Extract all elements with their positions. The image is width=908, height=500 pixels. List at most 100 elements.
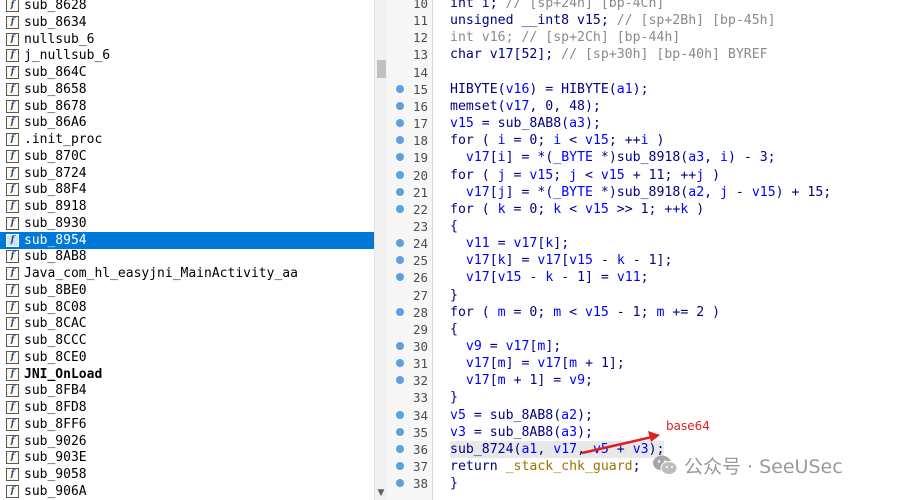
function-list-item[interactable]: f sub_870C bbox=[0, 148, 374, 165]
code-line[interactable]: 19 v17[i] = *(_BYTE *)sub_8918(a3, i) - … bbox=[387, 149, 908, 166]
code-text: return _stack_chk_guard; bbox=[450, 459, 641, 475]
breakpoint-dot-icon[interactable] bbox=[396, 427, 404, 436]
code-line[interactable]: 21 v17[j] = *(_BYTE *)sub_8918(a2, j - v… bbox=[387, 184, 908, 201]
code-line[interactable]: 27} bbox=[387, 287, 908, 304]
function-list-item[interactable]: f sub_8C08 bbox=[0, 299, 374, 316]
code-line[interactable]: 20 for ( j = v15; j < v15 + 11; ++j ) bbox=[387, 167, 908, 184]
code-line[interactable]: 31 v17[m] = v17[m + 1]; bbox=[387, 355, 908, 372]
code-text: { bbox=[450, 218, 458, 234]
function-list-item[interactable]: f sub_8CCC bbox=[0, 332, 374, 349]
breakpoint-dot-icon[interactable] bbox=[396, 444, 404, 453]
function-list-item[interactable]: f j_nullsub_6 bbox=[0, 47, 374, 64]
code-line[interactable]: 33} bbox=[387, 389, 908, 406]
breakpoint-dot-icon[interactable] bbox=[396, 101, 404, 110]
function-list-item[interactable]: f sub_8AB8 bbox=[0, 248, 374, 265]
code-text: v11 = v17[k]; bbox=[465, 236, 570, 252]
code-line[interactable]: 26 v17[v15 - k - 1] = v11; bbox=[387, 269, 908, 286]
function-name: sub_906A bbox=[24, 483, 87, 499]
breakpoint-dot-icon[interactable] bbox=[396, 187, 404, 196]
code-line[interactable]: 16 memset(v17, 0, 48); bbox=[387, 98, 908, 115]
code-line[interactable]: 28 for ( m = 0; m < v15 - 1; m += 2 ) bbox=[387, 304, 908, 321]
function-list-scrollbar[interactable]: ▼ bbox=[374, 0, 387, 500]
function-list-item[interactable]: f sub_88F4 bbox=[0, 181, 374, 198]
breakpoint-dot-icon[interactable] bbox=[396, 170, 404, 179]
function-list-item[interactable]: f sub_8658 bbox=[0, 81, 374, 98]
breakpoint-dot-icon[interactable] bbox=[396, 307, 404, 316]
function-list-item[interactable]: f sub_9058 bbox=[0, 466, 374, 483]
breakpoint-dot-icon[interactable] bbox=[396, 204, 404, 213]
function-list-item[interactable]: f sub_8954 bbox=[0, 231, 374, 249]
function-icon: f bbox=[6, 468, 19, 481]
function-list-item[interactable]: f sub_9026 bbox=[0, 433, 374, 450]
code-text: v15 = sub_8AB8(a3); bbox=[450, 116, 601, 132]
function-name: sub_8FB4 bbox=[24, 383, 87, 399]
code-line[interactable]: 17 v15 = sub_8AB8(a3); bbox=[387, 115, 908, 132]
code-line[interactable]: 34 v5 = sub_8AB8(a2); bbox=[387, 407, 908, 424]
code-text: for ( j = v15; j < v15 + 11; ++j ) bbox=[450, 167, 721, 183]
breakpoint-dot-icon[interactable] bbox=[396, 462, 404, 471]
code-line[interactable]: 32 v17[m + 1] = v9; bbox=[387, 372, 908, 389]
code-line[interactable]: 18 for ( i = 0; i < v15; ++i ) bbox=[387, 132, 908, 149]
function-list-item[interactable]: f sub_8724 bbox=[0, 165, 374, 182]
line-number: 32 bbox=[412, 373, 428, 389]
code-line[interactable]: 29 { bbox=[387, 321, 908, 338]
watermark: 公众号 · SeeUSec bbox=[652, 452, 843, 478]
breakpoint-dot-icon[interactable] bbox=[396, 273, 404, 282]
function-list-item[interactable]: f sub_8628 bbox=[0, 0, 374, 14]
function-name: sub_8634 bbox=[24, 14, 87, 30]
function-icon: f bbox=[6, 49, 19, 63]
function-name: sub_9026 bbox=[24, 433, 87, 449]
breakpoint-dot-icon[interactable] bbox=[396, 342, 404, 350]
breakpoint-dot-icon[interactable] bbox=[396, 359, 404, 368]
function-list-item[interactable]: f sub_906A bbox=[0, 483, 374, 500]
code-line[interactable]: 25 v17[k] = v17[v15 - k - 1]; bbox=[387, 252, 908, 269]
function-list-item[interactable]: f sub_8CAC bbox=[0, 315, 374, 332]
function-list-item[interactable]: f JNI_OnLoad bbox=[0, 366, 374, 383]
code-text: char v17[52]; // [sp+30h] [bp-40h] BYREF bbox=[450, 47, 768, 63]
code-line[interactable]: 24 v11 = v17[k]; bbox=[387, 235, 908, 252]
function-list-item[interactable]: f sub_864C bbox=[0, 64, 374, 81]
function-list-item[interactable]: f Java_com_hl_easyjni_MainActivity_aa bbox=[0, 265, 374, 282]
function-name: sub_8658 bbox=[24, 81, 87, 97]
breakpoint-dot-icon[interactable] bbox=[396, 410, 404, 419]
code-line[interactable]: 15 HIBYTE(v16) = HIBYTE(a1); bbox=[387, 81, 908, 98]
breakpoint-dot-icon[interactable] bbox=[396, 84, 404, 93]
function-list-item[interactable]: f sub_8930 bbox=[0, 215, 374, 232]
code-text: for ( k = 0; k < v15 >> 1; ++k ) bbox=[450, 201, 705, 217]
code-line[interactable]: 12 int v16; // [sp+2Ch] [bp-44h] bbox=[387, 29, 908, 46]
code-line[interactable]: 23 { bbox=[387, 218, 908, 235]
function-list-item[interactable]: f sub_8678 bbox=[0, 98, 374, 115]
function-list-item[interactable]: f sub_8FB4 bbox=[0, 382, 374, 399]
breakpoint-dot-icon[interactable] bbox=[396, 376, 404, 385]
code-text: for ( m = 0; m < v15 - 1; m += 2 ) bbox=[450, 304, 721, 320]
function-list-item[interactable]: f sub_8CE0 bbox=[0, 349, 374, 366]
function-list-item[interactable]: f sub_8634 bbox=[0, 14, 374, 31]
code-line[interactable]: 22 for ( k = 0; k < v15 >> 1; ++k ) bbox=[387, 201, 908, 218]
code-line[interactable]: 13 char v17[52]; // [sp+30h] [bp-40h] BYR… bbox=[387, 46, 908, 63]
breakpoint-dot-icon[interactable] bbox=[396, 239, 404, 248]
scroll-down-arrow-icon[interactable]: ▼ bbox=[375, 486, 387, 500]
breakpoint-dot-icon[interactable] bbox=[396, 256, 404, 265]
function-list-item[interactable]: f sub_8BE0 bbox=[0, 282, 374, 299]
code-line[interactable]: 11 unsigned __int8 v15; // [sp+2Bh] [bp-4… bbox=[387, 12, 908, 29]
breakpoint-dot-icon[interactable] bbox=[396, 479, 404, 488]
code-line[interactable]: 10 int i; // [sp+24h] [bp-4Ch] bbox=[387, 0, 908, 12]
function-list-item[interactable]: f sub_903E bbox=[0, 449, 374, 466]
function-list-item[interactable]: f sub_8918 bbox=[0, 198, 374, 215]
line-number: 26 bbox=[412, 270, 428, 286]
code-line[interactable]: 14 bbox=[387, 64, 908, 81]
breakpoint-dot-icon[interactable] bbox=[396, 136, 404, 145]
breakpoint-dot-icon[interactable] bbox=[396, 119, 404, 128]
breakpoint-dot-icon[interactable] bbox=[396, 153, 404, 162]
function-list-item[interactable]: f nullsub_6 bbox=[0, 31, 374, 48]
function-list-item[interactable]: f sub_86A6 bbox=[0, 114, 374, 131]
code-text: v5 = sub_8AB8(a2); bbox=[450, 407, 593, 423]
function-list-item[interactable]: f sub_8FF6 bbox=[0, 416, 374, 433]
function-list-item[interactable]: f .init_proc bbox=[0, 131, 374, 148]
line-number: 19 bbox=[412, 150, 428, 166]
code-line[interactable]: 30 v9 = v17[m]; bbox=[387, 338, 908, 355]
scrollbar-thumb[interactable] bbox=[377, 60, 386, 78]
function-name: sub_903E bbox=[24, 450, 87, 466]
function-icon: f bbox=[6, 484, 19, 498]
function-list-item[interactable]: f sub_8FD8 bbox=[0, 399, 374, 416]
